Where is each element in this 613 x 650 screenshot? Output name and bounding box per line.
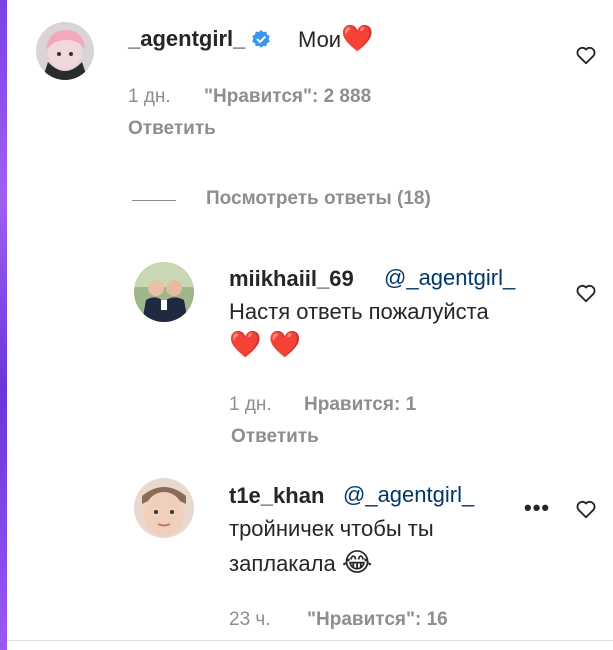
reply-username[interactable]: t1e_khan	[229, 483, 324, 509]
window-edge-accent	[0, 0, 7, 650]
comment-time: 1 дн.	[128, 86, 171, 107]
reply-button[interactable]: Ответить	[128, 118, 216, 140]
reply-text: Настя ответь пожалуйста	[229, 299, 489, 324]
comment-likes[interactable]: "Нравится": 2 888	[204, 86, 371, 108]
reply-emojis: ❤️ ❤️	[229, 329, 301, 359]
avatar[interactable]	[134, 478, 194, 538]
heart-outline-icon[interactable]	[575, 498, 597, 520]
more-options-icon[interactable]: •••	[524, 495, 550, 521]
heart-outline-icon[interactable]	[575, 44, 597, 66]
comment-username[interactable]: _agentgirl_	[128, 26, 271, 55]
bottom-divider	[7, 640, 613, 641]
reply-text-line2: заплакала 😂	[229, 547, 373, 577]
reply-text: тройничек чтобы ты	[229, 516, 434, 541]
reply-mention[interactable]: @_agentgirl_	[343, 478, 474, 512]
reply-mention[interactable]: @_agentgirl_	[384, 261, 515, 295]
comment-text: Мои❤️	[298, 23, 374, 53]
reply-likes[interactable]: Нравится: 1	[304, 394, 416, 416]
avatar[interactable]	[134, 262, 194, 322]
replies-divider	[132, 200, 176, 201]
laughing-emoji: 😂	[341, 547, 373, 577]
reply-time: 23 ч.	[229, 609, 271, 630]
view-replies-button[interactable]: Посмотреть ответы (18)	[206, 188, 431, 210]
reply-username[interactable]: miikhaiil_69	[229, 266, 354, 292]
heart-outline-icon[interactable]	[575, 282, 597, 304]
reply-likes[interactable]: "Нравится": 16	[307, 609, 448, 631]
heart-emoji: ❤️	[341, 23, 374, 53]
avatar[interactable]	[36, 22, 94, 80]
reply-button[interactable]: Ответить	[231, 426, 319, 448]
verified-badge-icon	[251, 29, 271, 55]
reply-time: 1 дн.	[229, 394, 272, 415]
